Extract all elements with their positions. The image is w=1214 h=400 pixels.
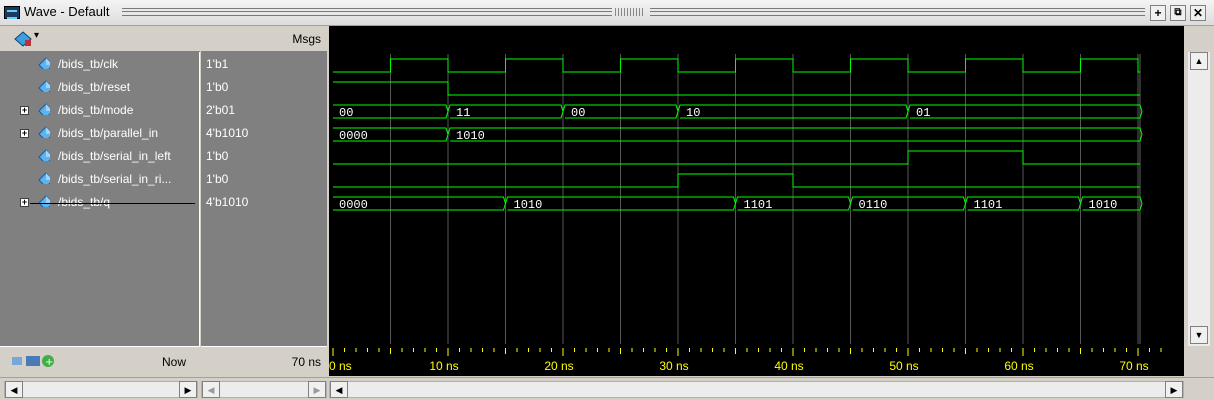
- time-ruler[interactable]: 0 ns 10 ns 20 ns 30 ns 40 ns 50 ns 60 ns 70 ns: [329, 346, 1184, 376]
- now-value: 70 ns: [291, 355, 321, 369]
- waveform-canvas[interactable]: 00 11 00 10 01 0000 1010 0000 1010 1101 0110 1101 10…: [329, 26, 1184, 346]
- mode-wave-label: 11: [456, 106, 470, 120]
- signal-diamond-icon: [38, 57, 50, 69]
- insert-marker: [30, 203, 195, 204]
- signal-name: /bids_tb/clk: [58, 57, 119, 71]
- serial-in-right-wave: [333, 173, 1140, 188]
- now-label: Now: [161, 355, 186, 369]
- values-hscroll[interactable]: ◀ ▶: [201, 381, 327, 398]
- names-hscroll[interactable]: ◀ ▶: [4, 381, 198, 398]
- title-bar: Wave - Default + ⧉ ✕: [0, 0, 1214, 26]
- expand-icon[interactable]: +: [20, 129, 29, 138]
- cursor-tools-icon[interactable]: +: [12, 353, 56, 369]
- mode-wave-label: 00: [339, 106, 353, 120]
- wave-hscroll[interactable]: ◀ ▶: [329, 381, 1184, 398]
- expand-icon[interactable]: +: [20, 106, 29, 115]
- time-ruler-canvas: 0 ns 10 ns 20 ns 30 ns 40 ns 50 ns 60 ns 70 ns: [329, 348, 1162, 373]
- ruler-label: 40 ns: [774, 359, 803, 373]
- clk-wave: [333, 58, 1140, 73]
- wave-window-icon: [4, 6, 20, 19]
- signal-diamond-icon: [38, 172, 50, 184]
- vertical-scrollbar[interactable]: ▲ ▼: [1188, 52, 1210, 346]
- signal-name: /bids_tb/mode: [58, 103, 134, 117]
- scroll-up-icon[interactable]: ▲: [1190, 52, 1208, 70]
- scroll-right-icon[interactable]: ▶: [308, 381, 326, 398]
- waveform-pane[interactable]: 00 11 00 10 01 0000 1010 0000 1010 1101 0110 1101 10…: [329, 26, 1184, 346]
- expand-icon[interactable]: +: [20, 198, 29, 207]
- signal-diamond-icon: [38, 126, 50, 138]
- signal-values-pane[interactable]: [201, 26, 327, 346]
- wave-tool-icon[interactable]: [14, 31, 32, 47]
- signal-value: 1'b0: [206, 80, 229, 94]
- signal-value: 1'b1: [206, 57, 229, 71]
- q-wave-label: 1010: [1089, 198, 1118, 212]
- q-wave-label: 1101: [744, 198, 773, 212]
- signal-row[interactable]: + /bids_tb/mode: [0, 100, 200, 123]
- q-wave-label: 1101: [974, 198, 1003, 212]
- names-header: ▾: [0, 26, 200, 52]
- scroll-right-icon[interactable]: ▶: [1165, 381, 1183, 398]
- mode-wave-segment: [907, 104, 1143, 119]
- signal-diamond-icon: [38, 195, 50, 207]
- close-icon[interactable]: ✕: [1190, 5, 1206, 21]
- mode-wave-label: 10: [686, 106, 700, 120]
- parallel-in-wave-label: 0000: [339, 129, 368, 143]
- ruler-label: 20 ns: [544, 359, 573, 373]
- undock-icon[interactable]: ⧉: [1170, 5, 1186, 21]
- parallel-in-wave-segment: [447, 127, 1143, 142]
- signal-diamond-icon: [38, 103, 50, 115]
- ruler-label: 50 ns: [889, 359, 918, 373]
- signal-value: 4'b1010: [206, 195, 249, 209]
- signal-value: 1'b0: [206, 172, 229, 186]
- ruler-label: 0 ns: [329, 359, 352, 373]
- signal-value: 2'b01: [206, 103, 235, 117]
- signal-row[interactable]: + /bids_tb/parallel_in: [0, 123, 200, 146]
- signal-row[interactable]: /bids_tb/clk: [0, 54, 200, 77]
- signal-name: /bids_tb/reset: [58, 80, 131, 94]
- window-title: Wave - Default: [24, 4, 110, 19]
- svg-text:+: +: [45, 357, 53, 368]
- chevron-down-icon[interactable]: ▾: [34, 30, 39, 41]
- horizontal-scrollbars: ◀ ▶ ◀ ▶ ◀ ▶: [0, 377, 1214, 400]
- signal-name: /bids_tb/serial_in_ri...: [58, 172, 172, 186]
- q-wave-label: 0110: [859, 198, 888, 212]
- signal-diamond-icon: [38, 149, 50, 161]
- signal-row[interactable]: /bids_tb/serial_in_ri...: [0, 169, 200, 192]
- signal-name: /bids_tb/serial_in_left: [58, 149, 171, 163]
- values-header: Msgs: [201, 26, 327, 52]
- signal-value: 4'b1010: [206, 126, 249, 140]
- q-wave-label: 1010: [514, 198, 543, 212]
- ruler-label: 10 ns: [429, 359, 458, 373]
- title-grip-right: [650, 8, 1145, 16]
- ruler-label: 30 ns: [659, 359, 688, 373]
- reset-wave: [333, 81, 1140, 96]
- signal-name: /bids_tb/q: [58, 195, 111, 209]
- signal-row[interactable]: /bids_tb/serial_in_left: [0, 146, 200, 169]
- msgs-label: Msgs: [292, 32, 321, 46]
- ruler-label: 60 ns: [1004, 359, 1033, 373]
- q-wave-label: 0000: [339, 198, 368, 212]
- signal-value: 1'b0: [206, 149, 229, 163]
- ruler-label: 70 ns: [1119, 359, 1148, 373]
- mode-wave-label: 00: [571, 106, 585, 120]
- scroll-left-icon[interactable]: ◀: [202, 381, 220, 398]
- signal-name: /bids_tb/parallel_in: [58, 126, 159, 140]
- mode-wave-label: 01: [916, 106, 930, 120]
- title-grip-left: [122, 8, 612, 16]
- scroll-left-icon[interactable]: ◀: [5, 381, 23, 398]
- parallel-in-wave-label: 1010: [456, 129, 485, 143]
- serial-in-left-wave: [333, 150, 1140, 165]
- signal-diamond-icon: [38, 80, 50, 92]
- scroll-left-icon[interactable]: ◀: [330, 381, 348, 398]
- now-row: + Now: [0, 346, 200, 376]
- drag-handle[interactable]: [615, 8, 645, 16]
- scroll-down-icon[interactable]: ▼: [1190, 326, 1208, 344]
- now-value-cell: 70 ns: [201, 346, 327, 376]
- zoom-in-icon[interactable]: +: [1150, 5, 1166, 21]
- signal-row[interactable]: /bids_tb/reset: [0, 77, 200, 100]
- scroll-right-icon[interactable]: ▶: [179, 381, 197, 398]
